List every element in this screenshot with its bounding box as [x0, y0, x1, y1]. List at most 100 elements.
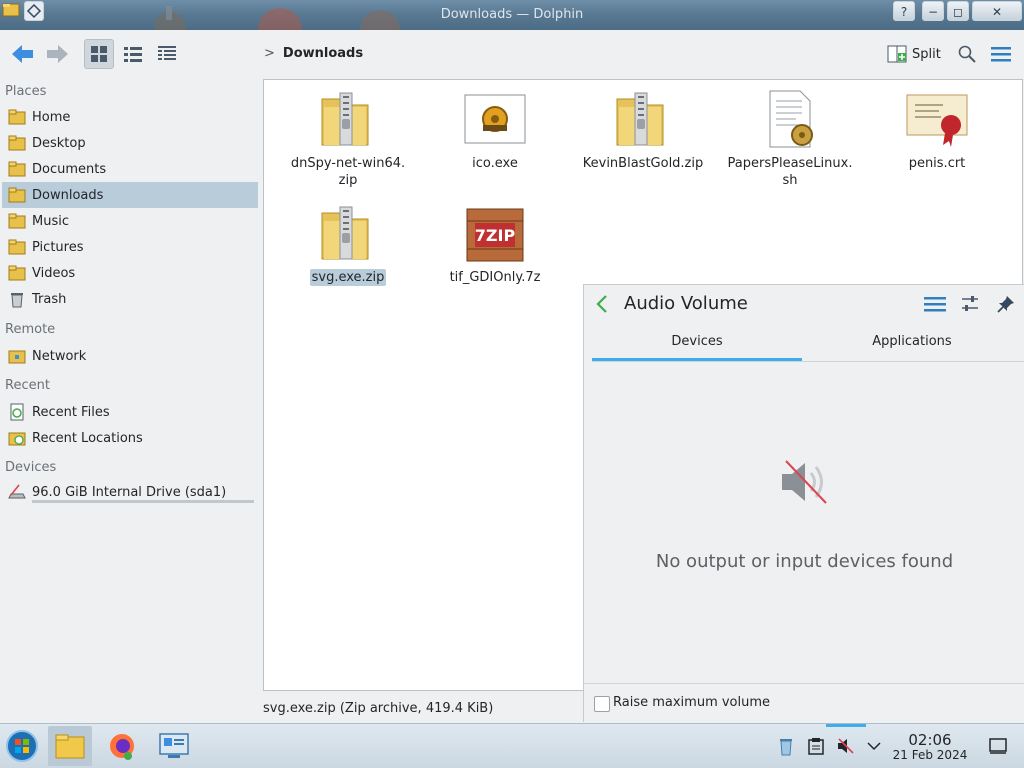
sidebar-item-music[interactable]: Music [2, 208, 258, 234]
search-button[interactable] [952, 39, 982, 69]
documents-icon [7, 159, 27, 179]
popup-tabs: Devices Applications [592, 327, 1017, 361]
file-item[interactable]: KevinBlastGold.zip [578, 87, 708, 172]
minimize-button[interactable]: − [922, 1, 944, 21]
window-title: Downloads — Dolphin [440, 7, 584, 22]
file-item[interactable]: PapersPleaseLinux. sh [725, 87, 855, 189]
digital-clock[interactable]: 02:06 21 Feb 2024 [888, 732, 972, 763]
file-name: KevinBlastGold.zip [582, 156, 704, 171]
remote-header: Remote [5, 322, 56, 337]
sidebar-item-label: 96.0 GiB Internal Drive (sda1) [32, 484, 227, 500]
tray-clipboard[interactable] [806, 736, 826, 756]
toolbar [0, 30, 1024, 78]
split-button[interactable]: Split [887, 42, 941, 66]
sidebar-item-trash[interactable]: Trash [2, 286, 258, 312]
sidebar-item-network[interactable]: Network [2, 343, 258, 369]
system-settings-icon [159, 733, 189, 758]
taskbar-firefox[interactable] [100, 726, 144, 766]
hamburger-menu-button[interactable] [986, 39, 1016, 69]
sidebar-item-label: Recent Files [32, 404, 110, 420]
pin-icon[interactable] [996, 294, 1016, 318]
close-button[interactable]: ✕ [972, 1, 1022, 21]
file-item[interactable]: ico.exe [430, 87, 560, 172]
sidebar-item-label: Recent Locations [32, 430, 143, 446]
file-name: tif_GDIOnly.7z [449, 270, 541, 285]
drive-usage-bar [32, 500, 254, 503]
taskbar-dolphin[interactable] [48, 726, 92, 766]
details-view-icon [158, 46, 176, 60]
title-bar[interactable]: Downloads — Dolphin ? − ◻ ✕ [0, 0, 1024, 30]
sidebar-item-videos[interactable]: Videos [2, 260, 258, 286]
start-menu-button[interactable] [0, 726, 44, 766]
file-item[interactable]: svg.exe.zip [283, 201, 413, 286]
tray-expand-button[interactable] [864, 736, 884, 756]
breadcrumb-downloads[interactable]: Downloads [283, 46, 363, 61]
videos-icon [7, 263, 27, 283]
hamburger-menu-icon [991, 47, 1011, 62]
tray-audio-volume[interactable] [836, 736, 856, 756]
tab-devices[interactable]: Devices [592, 327, 802, 361]
raise-max-volume-label[interactable]: Raise maximum volume [613, 695, 770, 710]
split-view-icon [887, 45, 907, 63]
volume-muted-icon [838, 738, 854, 754]
sidebar-item-label: Desktop [32, 135, 86, 151]
help-button[interactable]: ? [893, 1, 915, 21]
tray-clipboard-app[interactable] [776, 736, 796, 756]
active-tray-indicator [826, 724, 866, 727]
zip-icon [316, 87, 380, 151]
sidebar-item-label: Trash [32, 291, 67, 307]
status-bar-text: svg.exe.zip (Zip archive, 419.4 KiB) [263, 701, 494, 716]
network-icon [7, 346, 27, 366]
popup-title: Audio Volume [624, 293, 748, 314]
pictures-icon [7, 237, 27, 257]
sidebar-item-desktop[interactable]: Desktop [2, 130, 258, 156]
forward-button[interactable] [42, 39, 72, 69]
back-chevron-icon[interactable] [594, 293, 610, 319]
compact-view-button[interactable] [118, 39, 148, 69]
taskbar-system-settings[interactable] [152, 726, 196, 766]
maximize-button[interactable]: ◻ [947, 1, 969, 21]
sidebar-item-label: Music [32, 213, 69, 229]
tab-applications[interactable]: Applications [807, 327, 1017, 361]
file-name: penis.crt [908, 156, 966, 171]
exe-gear-icon [463, 87, 527, 151]
recent-files-icon [7, 402, 27, 422]
icons-view-button[interactable] [84, 39, 114, 69]
sidebar-item-recent-files[interactable]: Recent Files [2, 399, 258, 425]
places-header: Places [5, 84, 47, 99]
sidebar-item-documents[interactable]: Documents [2, 156, 258, 182]
popup-menu-icon[interactable] [924, 295, 946, 317]
file-name: dnSpy-net-win64. zip [290, 156, 406, 188]
back-arrow-icon [12, 45, 33, 63]
file-item[interactable]: dnSpy-net-win64. zip [283, 87, 413, 189]
raise-max-volume-checkbox[interactable] [594, 696, 610, 712]
recent-locations-icon [7, 428, 27, 448]
firefox-icon [110, 734, 134, 760]
audio-volume-popup: Audio Volume Devices Applications No out… [583, 284, 1024, 722]
details-view-button[interactable] [152, 39, 182, 69]
show-desktop-button[interactable] [988, 736, 1008, 756]
zip-icon [611, 87, 675, 151]
file-item[interactable]: 7ZIP tif_GDIOnly.7z [430, 201, 560, 286]
sidebar-item-label: Videos [32, 265, 76, 281]
7zip-icon: 7ZIP [463, 201, 527, 265]
tab-divider [592, 361, 1024, 362]
empty-devices-message: No output or input devices found [655, 551, 954, 572]
show-desktop-icon [989, 738, 1007, 754]
sidebar-item-downloads[interactable]: Downloads [2, 182, 258, 208]
sidebar-item-label: Documents [32, 161, 107, 177]
places-panel: Places Home Desktop Documents Downloads Musi… [0, 80, 262, 720]
forward-arrow-icon [47, 45, 68, 63]
icons-view-icon [91, 46, 107, 62]
sidebar-item-home[interactable]: Home [2, 104, 258, 130]
search-icon [958, 45, 976, 63]
back-button[interactable] [8, 39, 38, 69]
svg-text:7ZIP: 7ZIP [475, 226, 516, 245]
shell-script-icon [758, 87, 822, 151]
configure-sliders-icon[interactable] [960, 294, 980, 318]
file-item[interactable]: penis.crt [872, 87, 1002, 172]
sidebar-item-recent-locations[interactable]: Recent Locations [2, 425, 258, 451]
breadcrumb[interactable]: > Downloads [264, 46, 363, 61]
sidebar-item-pictures[interactable]: Pictures [2, 234, 258, 260]
popup-header: Audio Volume [584, 285, 1024, 325]
